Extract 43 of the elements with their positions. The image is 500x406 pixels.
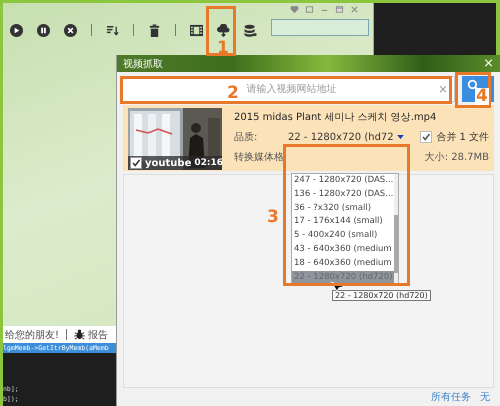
maximize-icon[interactable]: [335, 5, 344, 14]
heart-icon[interactable]: [290, 5, 299, 14]
scrollbar[interactable]: [394, 174, 398, 285]
annotation-number: 3: [267, 209, 279, 226]
all-tasks-link[interactable]: 所有任务: [431, 390, 471, 404]
sort-icon[interactable]: [106, 24, 119, 36]
close-icon[interactable]: [350, 5, 359, 14]
play-icon[interactable]: [10, 24, 23, 36]
database-icon[interactable]: [244, 24, 257, 36]
size-label: 大小: 28.7MB: [424, 150, 489, 164]
tooltip: 22 - 1280x720 (hd720): [332, 290, 431, 301]
pause-icon[interactable]: [37, 24, 50, 36]
trash-icon[interactable]: [148, 24, 161, 36]
merge-checkbox[interactable]: [420, 131, 432, 143]
video-title: 2015 midas Plant 세미나 스케치 영상.mp4: [234, 111, 438, 124]
close-button[interactable]: ×: [483, 57, 494, 70]
annotation-number: 2: [227, 85, 239, 102]
search-field[interactable]: [271, 19, 369, 36]
report-link[interactable]: 报告: [88, 328, 108, 342]
menu-option[interactable]: 247 - 1280x720 (DAS...: [292, 174, 394, 188]
bug-icon: [74, 329, 86, 340]
menu-option[interactable]: 43 - 640x360 (medium: [292, 242, 394, 257]
source-label: youtube: [145, 158, 192, 168]
annotation-number: 1: [217, 40, 229, 57]
share-text: 给您的朋友!: [5, 328, 60, 342]
merge-label: 合并 1 文件: [436, 130, 489, 144]
caret-icon: [396, 134, 404, 140]
quality-label: 品质:: [234, 130, 258, 144]
checkbox[interactable]: [130, 157, 142, 169]
quality-dropdown[interactable]: 22 - 1280x720 (hd72: [288, 132, 404, 142]
menu-option[interactable]: 36 - ?x320 (small): [292, 202, 394, 216]
menu-option[interactable]: 18 - 640x360 (medium: [292, 256, 394, 271]
menu-option[interactable]: 136 - 1280x720 (DAS...: [292, 188, 394, 202]
film-icon[interactable]: [190, 24, 203, 36]
annotation-number: 4: [475, 88, 489, 105]
restore-icon[interactable]: [305, 5, 314, 14]
cancel-icon[interactable]: [64, 24, 77, 36]
convert-label: 转换媒体格: [234, 150, 284, 164]
cloud-download-icon[interactable]: [217, 24, 230, 36]
task-count: 无: [480, 391, 490, 404]
menu-option[interactable]: 17 - 176x144 (small): [292, 215, 394, 230]
menu-option[interactable]: 5 - 400x240 (small): [292, 229, 394, 243]
dialog-title: 视频抓取: [123, 58, 163, 70]
